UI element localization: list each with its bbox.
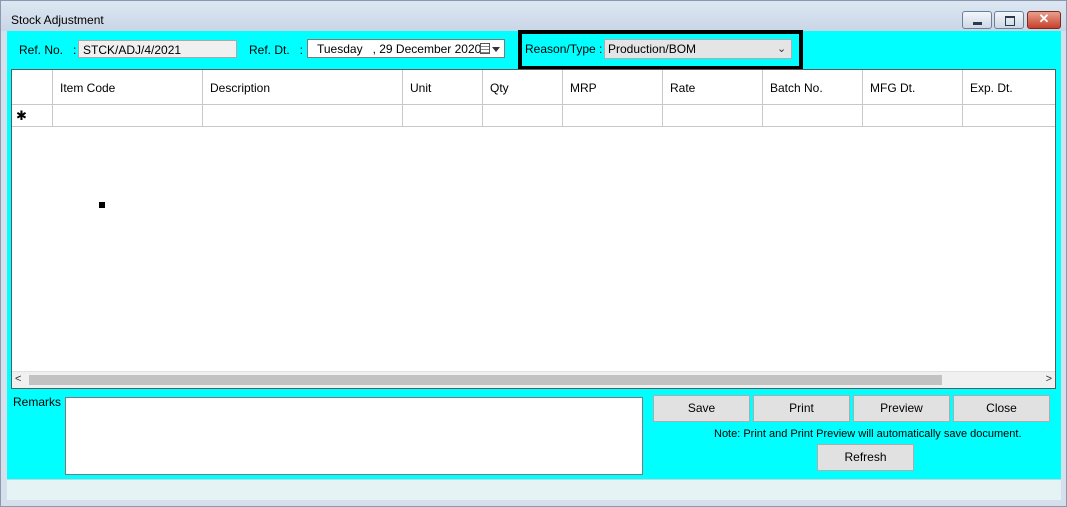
save-note: Note: Print and Print Preview will autom… [714,428,1022,440]
new-row-indicator: ✱ [12,105,53,127]
column-header-rate[interactable]: Rate [663,70,763,105]
ref-date-value: Tuesday , 29 December 2020 [317,42,482,56]
column-header-description[interactable]: Description [203,70,403,105]
cell-mfg-dt[interactable] [863,105,963,127]
refresh-button[interactable]: Refresh [817,444,914,471]
grid-header-row: Item Code Description Unit Qty MRP Rate … [12,70,1055,105]
cell-exp-dt[interactable] [963,105,1055,127]
minimize-icon [973,22,982,25]
cursor-marker [99,202,105,208]
asterisk-icon: ✱ [16,108,27,123]
minimize-button[interactable] [962,11,992,29]
preview-button[interactable]: Preview [853,395,950,422]
remarks-textarea[interactable] [65,397,643,475]
scroll-right-icon[interactable]: > [1046,373,1052,385]
column-header-mfg-dt[interactable]: MFG Dt. [863,70,963,105]
cell-unit[interactable] [403,105,483,127]
close-window-button[interactable]: ✕ [1027,11,1061,29]
cell-rate[interactable] [663,105,763,127]
scroll-left-icon[interactable]: < [15,373,21,385]
column-header-mrp[interactable]: MRP [563,70,663,105]
ref-dt-label: Ref. Dt. : [249,43,304,57]
stock-adjustment-window: Stock Adjustment ✕ Ref. No. : STCK/ADJ/4… [0,0,1067,507]
close-icon: ✕ [1038,11,1050,26]
column-header-qty[interactable]: Qty [483,70,563,105]
cell-description[interactable] [203,105,403,127]
reason-type-value: Production/BOM [608,42,697,56]
form-client-area: Ref. No. : STCK/ADJ/4/2021 Ref. Dt. : Tu… [7,30,1061,500]
column-header-exp-dt[interactable]: Exp. Dt. [963,70,1055,105]
ref-date-picker[interactable]: Tuesday , 29 December 2020 [307,39,505,58]
ref-no-field[interactable]: STCK/ADJ/4/2021 [78,40,237,58]
calendar-icon[interactable] [480,43,490,54]
column-header-batch-no[interactable]: Batch No. [763,70,863,105]
cell-qty[interactable] [483,105,563,127]
maximize-button[interactable] [994,11,1024,29]
row-header-corner [12,70,53,105]
cell-mrp[interactable] [563,105,663,127]
chevron-down-icon: ⌄ [777,43,787,55]
maximize-icon [1005,16,1015,26]
scrollbar-thumb[interactable] [29,375,942,385]
column-header-item-code[interactable]: Item Code [53,70,203,105]
close-button[interactable]: Close [953,395,1050,422]
title-bar[interactable]: Stock Adjustment ✕ [1,1,1066,31]
table-row-new[interactable]: ✱ [12,105,1055,127]
status-bar [7,479,1061,500]
cell-batch-no[interactable] [763,105,863,127]
print-button[interactable]: Print [753,395,850,422]
column-header-unit[interactable]: Unit [403,70,483,105]
horizontal-scrollbar[interactable]: < > [12,371,1055,388]
save-button[interactable]: Save [653,395,750,422]
dropdown-arrow-icon[interactable] [492,47,500,52]
items-grid[interactable]: Item Code Description Unit Qty MRP Rate … [11,69,1056,389]
reason-type-select[interactable]: Production/BOM ⌄ [604,39,792,59]
reason-type-label: Reason/Type : [525,42,603,56]
remarks-label: Remarks : [13,395,68,409]
cell-item-code[interactable] [53,105,203,127]
ref-no-label: Ref. No. : [19,43,77,57]
window-title: Stock Adjustment [11,13,104,27]
